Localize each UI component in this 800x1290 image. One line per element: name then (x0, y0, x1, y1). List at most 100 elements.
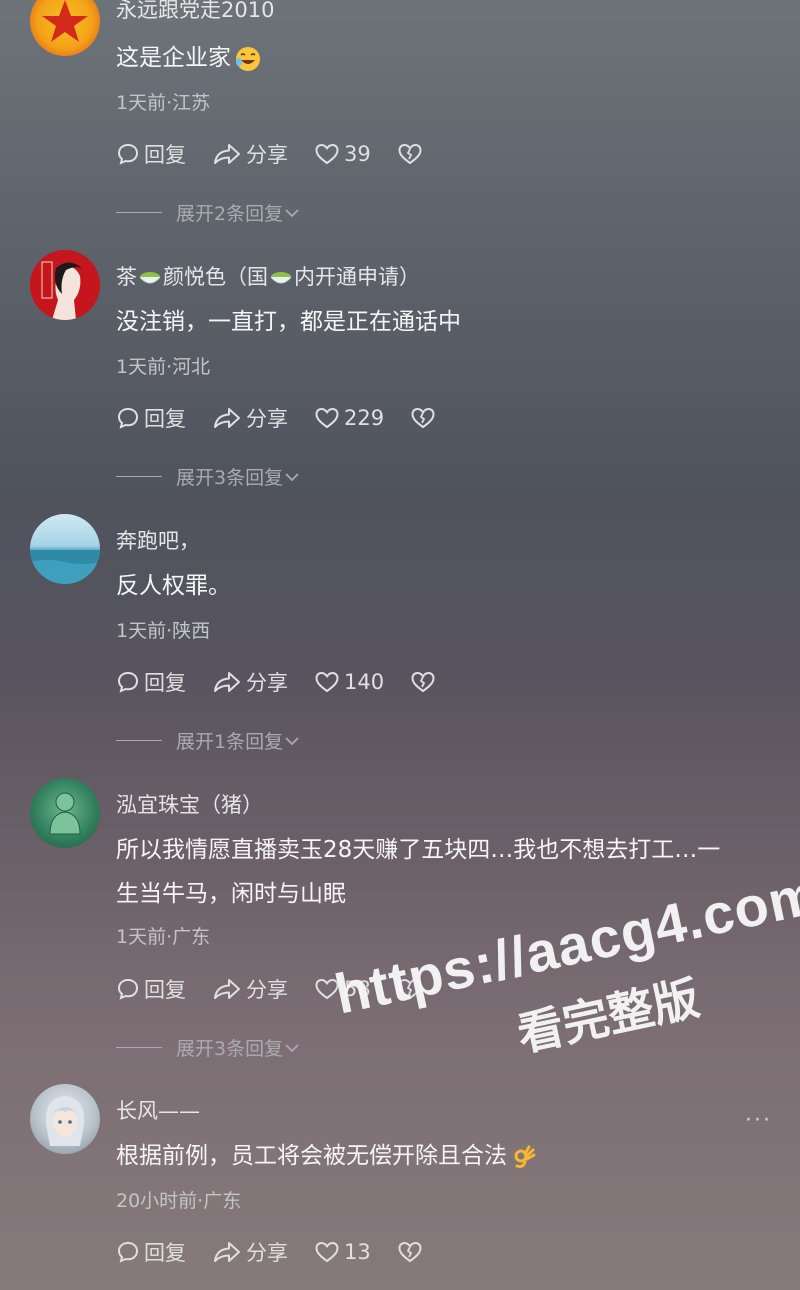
dislike-button[interactable] (397, 142, 427, 166)
reply-button[interactable]: 回复 (116, 974, 186, 1004)
avatar[interactable] (30, 1084, 100, 1154)
reply-label: 回复 (144, 1241, 186, 1265)
username[interactable]: 泓宜珠宝（猪） (116, 789, 263, 819)
divider-line (116, 476, 162, 477)
like-count: 39 (344, 142, 371, 166)
expand-label: 展开3条回复 (176, 467, 284, 489)
jade-buddha-icon (49, 792, 81, 835)
comment-text: 反人权罪。 (116, 573, 231, 599)
comment-meta: 1天前·河北 (116, 356, 211, 378)
comment-meta: 1天前·广东 (116, 926, 211, 948)
speech-bubble-icon (117, 407, 139, 429)
like-button[interactable]: 39 (314, 142, 371, 166)
broken-heart-icon (411, 671, 435, 693)
share-arrow-icon (214, 979, 240, 999)
broken-heart-icon (398, 1241, 422, 1263)
like-count: 229 (344, 406, 385, 430)
reply-button[interactable]: 回复 (116, 139, 186, 169)
anime-character-icon (45, 1096, 85, 1146)
expand-replies-button[interactable]: 展开2条回复 (116, 199, 301, 226)
username[interactable]: 奔跑吧， (116, 525, 200, 555)
heart-icon (315, 671, 339, 693)
reply-button[interactable]: 回复 (116, 403, 186, 433)
share-button[interactable]: 分享 (212, 974, 288, 1004)
expand-label: 展开3条回复 (176, 1038, 284, 1060)
username-part: 颜悦色（国 (163, 265, 268, 289)
like-button[interactable]: 13 (314, 1240, 371, 1264)
speech-bubble-icon (117, 143, 139, 165)
divider-line (116, 740, 162, 741)
share-label: 分享 (246, 143, 288, 167)
sea-landscape-icon (30, 550, 100, 584)
like-count: 13 (344, 1240, 371, 1264)
comment-meta: 1天前·江苏 (116, 92, 211, 114)
comment-actions: 回复 分享 39 (116, 139, 453, 169)
divider-line (116, 212, 162, 213)
share-button[interactable]: 分享 (212, 1237, 288, 1267)
chevron-down-icon (285, 1043, 299, 1052)
comment-text-content: 根据前例，员工将会被无偿开除且合法 (116, 1143, 507, 1169)
comment-actions: 回复 分享 13 (116, 1237, 453, 1267)
expand-replies-button[interactable]: 展开3条回复 (116, 463, 301, 490)
expand-label: 展开2条回复 (176, 203, 284, 225)
reply-button[interactable]: 回复 (116, 1237, 186, 1267)
share-label: 分享 (246, 671, 288, 695)
share-arrow-icon (214, 144, 240, 164)
matcha-bowl-emoji-icon (270, 272, 292, 284)
chevron-down-icon (285, 208, 299, 217)
broken-heart-icon (398, 143, 422, 165)
broken-heart-icon (411, 407, 435, 429)
share-label: 分享 (246, 407, 288, 431)
comment-actions: 回复 分享 229 (116, 403, 466, 433)
share-arrow-icon (214, 1242, 240, 1262)
share-label: 分享 (246, 1241, 288, 1265)
expand-replies-button[interactable]: 展开3条回复 (116, 1034, 301, 1061)
share-arrow-icon (214, 408, 240, 428)
comment-text: 没注销，一直打，都是正在通话中 (116, 309, 461, 335)
comment-text: 这是企业家 (116, 36, 776, 80)
share-label: 分享 (246, 978, 288, 1002)
divider-line (116, 1047, 162, 1048)
share-arrow-icon (214, 672, 240, 692)
comment-text: 根据前例，员工将会被无偿开除且合法 (116, 1134, 776, 1178)
speech-bubble-icon (117, 978, 139, 1000)
reply-label: 回复 (144, 978, 186, 1002)
portrait-illustration-icon (30, 250, 100, 320)
username-part: 内开通申请） (294, 265, 420, 289)
expand-label: 展开1条回复 (176, 731, 284, 753)
avatar[interactable] (30, 250, 100, 320)
speech-bubble-icon (117, 1241, 139, 1263)
like-button[interactable]: 140 (314, 670, 384, 694)
comment-meta: 20小时前·广东 (116, 1190, 242, 1212)
like-count: 140 (344, 670, 385, 694)
laughing-emoji-icon (236, 46, 260, 71)
chevron-down-icon (285, 736, 299, 745)
username[interactable]: 永远跟党走2010 (116, 0, 274, 24)
dislike-button[interactable] (397, 1240, 427, 1264)
heart-icon (315, 407, 339, 429)
comment-text-content: 这是企业家 (116, 45, 231, 71)
more-options-button[interactable]: ··· (745, 1108, 772, 1133)
username[interactable]: 茶 颜悦色（国 内开通申请） (116, 261, 420, 291)
reply-label: 回复 (144, 407, 186, 431)
expand-replies-button[interactable]: 展开1条回复 (116, 727, 301, 754)
dislike-button[interactable] (410, 670, 440, 694)
avatar[interactable] (30, 778, 100, 848)
avatar[interactable] (30, 514, 100, 584)
share-button[interactable]: 分享 (212, 403, 288, 433)
share-button[interactable]: 分享 (212, 667, 288, 697)
heart-icon (315, 1241, 339, 1263)
like-button[interactable]: 229 (314, 406, 384, 430)
ok-hand-emoji-icon (514, 1145, 536, 1168)
heart-icon (315, 143, 339, 165)
star-icon (42, 0, 88, 42)
reply-button[interactable]: 回复 (116, 667, 186, 697)
comment-meta: 1天前·陕西 (116, 620, 211, 642)
username[interactable]: 长风—— (116, 1095, 200, 1125)
speech-bubble-icon (117, 671, 139, 693)
dislike-button[interactable] (410, 406, 440, 430)
reply-label: 回复 (144, 143, 186, 167)
share-button[interactable]: 分享 (212, 139, 288, 169)
username-part: 茶 (116, 265, 137, 289)
avatar[interactable] (30, 0, 100, 56)
